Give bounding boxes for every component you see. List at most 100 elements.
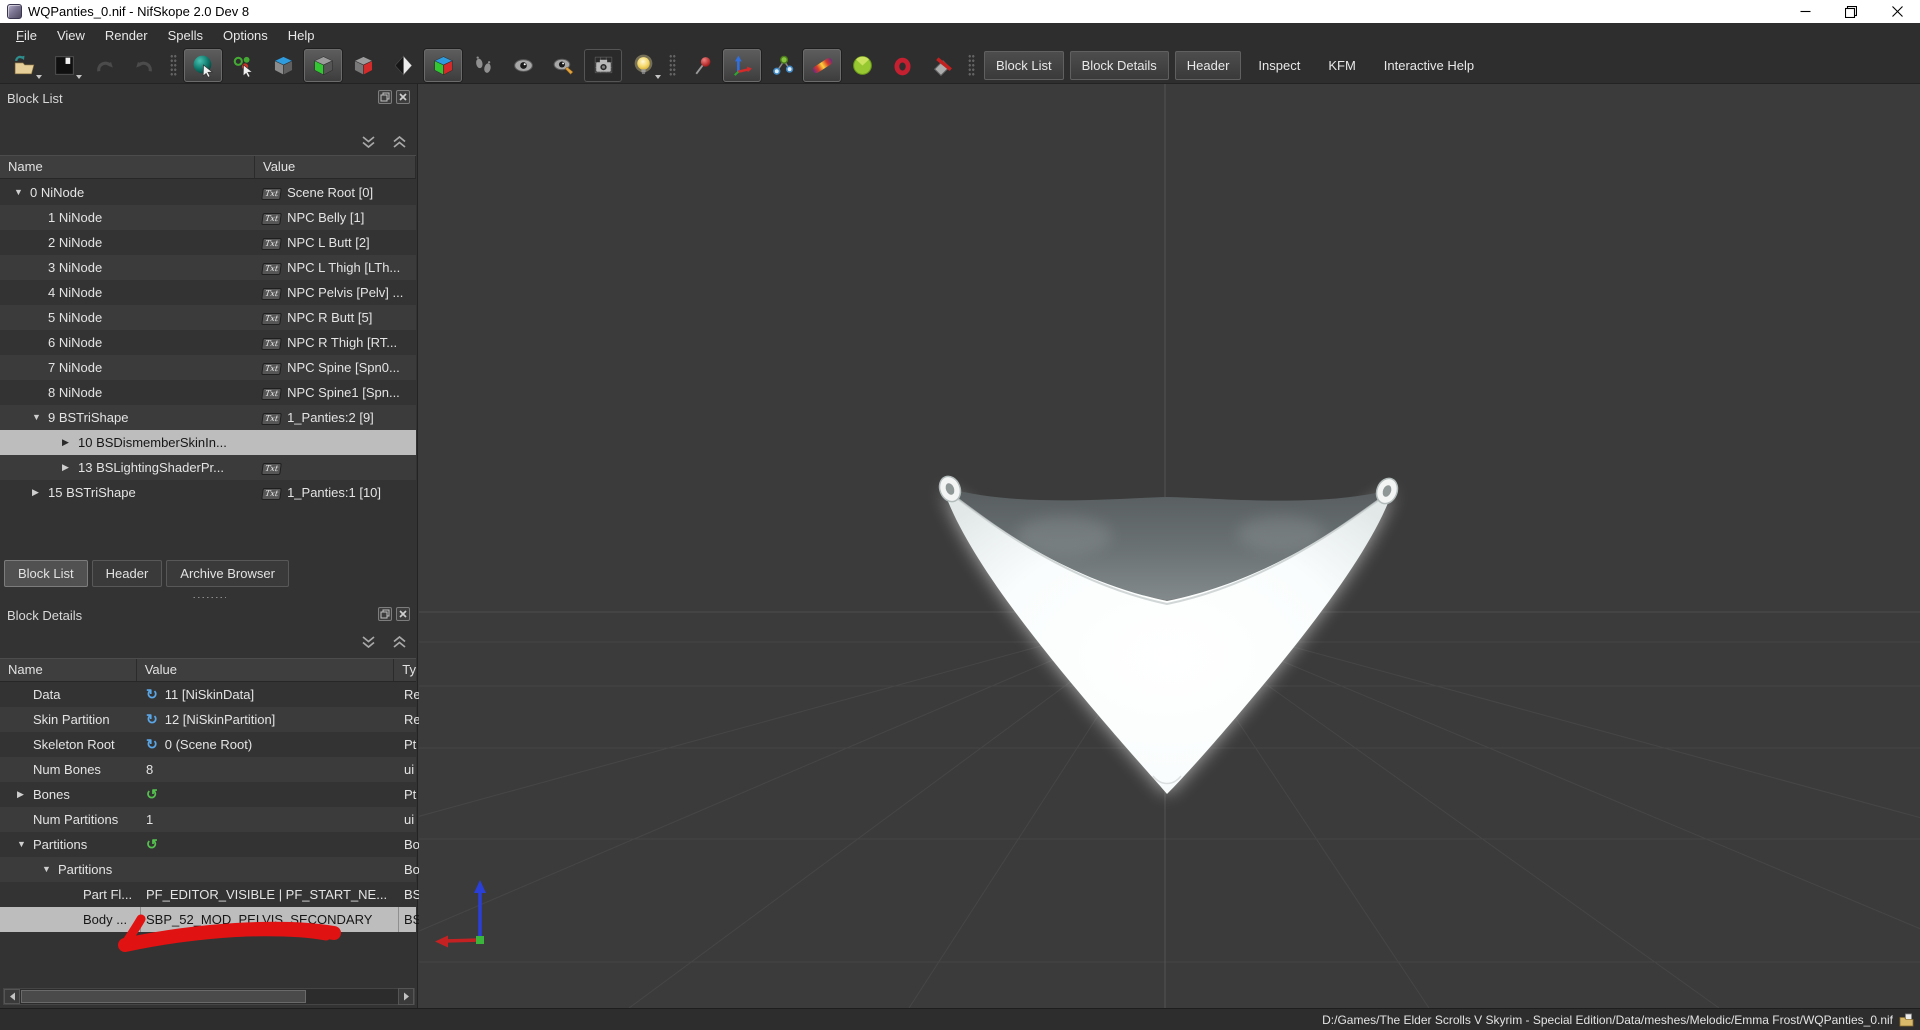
block-details-row[interactable]: Data↻11 [NiSkinData]Re [0,682,416,707]
dropdown-arrow-icon[interactable] [655,75,661,79]
column-header-value[interactable]: Value [255,156,416,178]
footsteps-button[interactable] [464,49,502,82]
column-header-value[interactable]: Value [137,659,395,681]
column-header-name[interactable]: Name [0,659,137,681]
collapse-arrow-icon[interactable]: ▼ [32,405,41,430]
row-name: Body ... [83,907,127,932]
row-name: 15 BSTriShape [48,480,136,505]
eraser-button[interactable] [923,49,961,82]
expand-arrow-icon[interactable]: ▶ [62,430,69,455]
expand-arrow-icon[interactable]: ▶ [62,455,69,480]
block-details-row[interactable]: ▼Partitions↺Bo [0,832,416,857]
save-file-button[interactable] [45,49,83,82]
tab-archive-browser[interactable]: Archive Browser [166,560,289,587]
toolbar-separator-grip [968,53,975,77]
block-list-row[interactable]: ▶15 BSTriShapeTxt1_Panties:1 [10] [0,480,416,505]
block-list-row[interactable]: ▼9 BSTriShapeTxt1_Panties:2 [9] [0,405,416,430]
block-list-row[interactable]: ▶13 BSLightingShaderPr...Txt [0,455,416,480]
menu-options[interactable]: Options [213,25,278,46]
dropdown-arrow-icon[interactable] [36,75,42,79]
row-name: 10 BSDismemberSkinIn... [78,430,227,455]
row-value: TxtNPC R Thigh [RT... [262,330,397,355]
pin-button[interactable] [683,49,721,82]
toolbar-button-interactive-help[interactable]: Interactive Help [1373,52,1485,79]
block-list-row[interactable]: 3 NiNodeTxtNPC L Thigh [LTh... [0,255,416,280]
toolbar-button-block-details[interactable]: Block Details [1070,51,1169,80]
open-file-button[interactable] [5,49,43,82]
menu-help[interactable]: Help [278,25,325,46]
axes-button[interactable] [723,49,761,82]
block-list-row[interactable]: 7 NiNodeTxtNPC Spine [Spn0... [0,355,416,380]
timer-button[interactable] [843,49,881,82]
block-list-row[interactable]: 2 NiNodeTxtNPC L Butt [2] [0,230,416,255]
cube-front-face-button[interactable] [304,49,342,82]
column-header-type[interactable]: Ty [394,659,416,681]
toolbar-button-kfm[interactable]: KFM [1317,52,1366,79]
column-header-name[interactable]: Name [0,156,255,178]
block-list-row[interactable]: ▼0 NiNodeTxtScene Root [0] [0,180,416,205]
block-list-row[interactable]: 1 NiNodeTxtNPC Belly [1] [0,205,416,230]
block-details-row[interactable]: Num Bones8ui [0,757,416,782]
float-panel-icon[interactable] [378,90,392,104]
rgb-cube-button[interactable] [424,49,462,82]
menu-file[interactable]: File [6,25,47,46]
toolbar-button-inspect[interactable]: Inspect [1247,52,1311,79]
tab-block-list[interactable]: Block List [4,560,88,587]
close-button[interactable] [1874,0,1920,23]
double-chevron-up-icon[interactable] [392,136,407,149]
collapse-arrow-icon[interactable]: ▼ [17,832,26,857]
block-details-row[interactable]: ▼PartitionsBo [0,857,416,882]
double-chevron-down-icon[interactable] [361,136,376,149]
minimize-button[interactable] [1782,0,1828,23]
animation-gradient-button[interactable] [803,49,841,82]
scrollbar-thumb[interactable] [21,990,306,1003]
expand-arrow-icon[interactable]: ▶ [17,782,24,807]
block-details-row[interactable]: Num Partitions1ui [0,807,416,832]
collapse-arrow-icon[interactable]: ▼ [14,180,23,205]
vertex-selection-sphere-button[interactable] [184,49,222,82]
undo-button[interactable] [85,49,123,82]
cube-top-face-button[interactable] [264,49,302,82]
viewport-3d[interactable] [419,84,1920,1008]
vertex-points-button[interactable] [224,49,262,82]
double-sided-button[interactable] [384,49,422,82]
panel-splitter-handle[interactable] [0,596,417,600]
selection-ring-button[interactable] [883,49,921,82]
toolbar-button-block-list[interactable]: Block List [984,51,1064,80]
block-details-row[interactable]: ▶Bones↺Pt [0,782,416,807]
block-list-row[interactable]: 5 NiNodeTxtNPC R Butt [5] [0,305,416,330]
edit-visibility-eye-button[interactable] [544,49,582,82]
block-list-row[interactable]: ▶ 10 BSDismemberSkinIn... [0,430,416,455]
screenshot-camera-button[interactable] [584,49,622,82]
block-details-row[interactable]: Body ...SBP_52_MOD_PELVIS_SECONDARYBS [0,907,416,932]
float-panel-icon[interactable] [378,607,392,621]
scroll-right-arrow[interactable] [398,988,414,1005]
show-nodes-eye-button[interactable] [504,49,542,82]
block-list-row[interactable]: 6 NiNodeTxtNPC R Thigh [RT... [0,330,416,355]
nodes-graph-button[interactable] [763,49,801,82]
horizontal-scrollbar[interactable] [3,988,415,1005]
block-list-row[interactable]: 4 NiNodeTxtNPC Pelvis [Pelv] ... [0,280,416,305]
block-details-row[interactable]: Part Fl...PF_EDITOR_VISIBLE | PF_START_N… [0,882,416,907]
double-chevron-up-icon[interactable] [392,636,407,649]
menu-view[interactable]: View [47,25,95,46]
double-chevron-down-icon[interactable] [361,636,376,649]
collapse-arrow-icon[interactable]: ▼ [42,857,51,882]
block-details-row[interactable]: Skeleton Root↻0 (Scene Root)Pt [0,732,416,757]
close-panel-icon[interactable] [396,90,410,104]
toolbar-button-header[interactable]: Header [1175,51,1242,80]
close-panel-icon[interactable] [396,607,410,621]
redo-button[interactable] [125,49,163,82]
tab-header[interactable]: Header [92,560,163,587]
restore-button[interactable] [1828,0,1874,23]
expand-arrow-icon[interactable]: ▶ [32,480,39,505]
menu-render[interactable]: Render [95,25,158,46]
menu-spells[interactable]: Spells [158,25,213,46]
dropdown-arrow-icon[interactable] [76,75,82,79]
cube-side-face-button[interactable] [344,49,382,82]
timer-icon [850,53,875,78]
lighting-bulb-button[interactable] [624,49,662,82]
block-list-row[interactable]: 8 NiNodeTxtNPC Spine1 [Spn... [0,380,416,405]
scroll-left-arrow[interactable] [4,989,20,1004]
block-details-row[interactable]: Skin Partition↻12 [NiSkinPartition]Re [0,707,416,732]
